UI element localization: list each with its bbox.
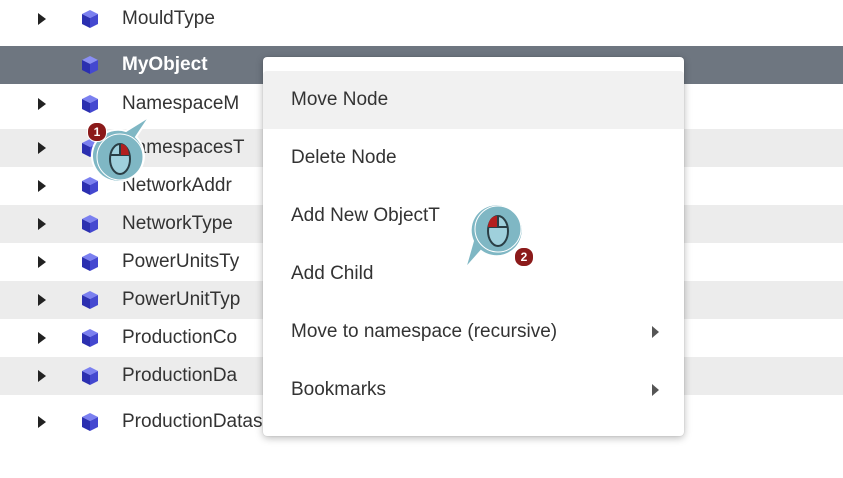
tree-item-label: MyObject — [122, 54, 208, 75]
object-cube-icon — [82, 253, 98, 271]
tree-item-label: ProductionDa — [122, 365, 238, 386]
callout-number-badge: 1 — [87, 122, 107, 142]
menu-item-label: Move Node — [291, 89, 389, 110]
object-cube-icon — [82, 413, 98, 431]
expand-arrow-icon[interactable] — [38, 142, 46, 154]
menu-item-label: Add Child — [291, 263, 374, 284]
expand-arrow-icon[interactable] — [38, 294, 46, 306]
tree-item-label: NetworkType — [122, 213, 233, 234]
callout-number-badge: 2 — [514, 247, 534, 267]
expand-arrow-icon[interactable] — [38, 370, 46, 382]
object-cube-icon — [82, 329, 98, 347]
expand-arrow-icon[interactable] — [38, 98, 46, 110]
menu-item-bookmarks[interactable]: Bookmarks — [263, 361, 684, 419]
object-cube-icon — [82, 291, 98, 309]
menu-item-label: Delete Node — [291, 147, 397, 168]
expand-arrow-icon[interactable] — [38, 256, 46, 268]
tree-item-label: PowerUnitsTy — [122, 251, 240, 272]
tree-item-label: ProductionCo — [122, 327, 238, 348]
expand-arrow-icon[interactable] — [38, 13, 46, 25]
expand-arrow-icon[interactable] — [38, 416, 46, 428]
object-cube-icon — [82, 10, 98, 28]
menu-item-delete-node[interactable]: Delete Node — [263, 129, 684, 187]
tree-item-label: MouldType — [122, 8, 215, 29]
expand-arrow-icon[interactable] — [38, 180, 46, 192]
expand-arrow-icon[interactable] — [38, 218, 46, 230]
object-cube-icon — [82, 367, 98, 385]
menu-item-label: Bookmarks — [291, 379, 387, 400]
expand-arrow-icon[interactable] — [38, 332, 46, 344]
submenu-arrow-icon — [652, 384, 659, 396]
object-cube-icon — [82, 95, 98, 113]
menu-item-move-to-namespace[interactable]: Move to namespace (recursive) — [263, 303, 684, 361]
tree-row-mouldtype[interactable]: MouldType — [0, 0, 843, 38]
menu-item-label: Add New ObjectT — [291, 205, 440, 226]
submenu-arrow-icon — [652, 326, 659, 338]
menu-item-move-node[interactable]: Move Node — [263, 71, 684, 129]
tree-item-label: PowerUnitTyp — [122, 289, 241, 310]
object-cube-icon — [82, 56, 98, 74]
menu-item-label: Move to namespace (recursive) — [291, 321, 558, 342]
object-cube-icon — [82, 215, 98, 233]
tree-item-label: NamespaceM — [122, 93, 240, 114]
